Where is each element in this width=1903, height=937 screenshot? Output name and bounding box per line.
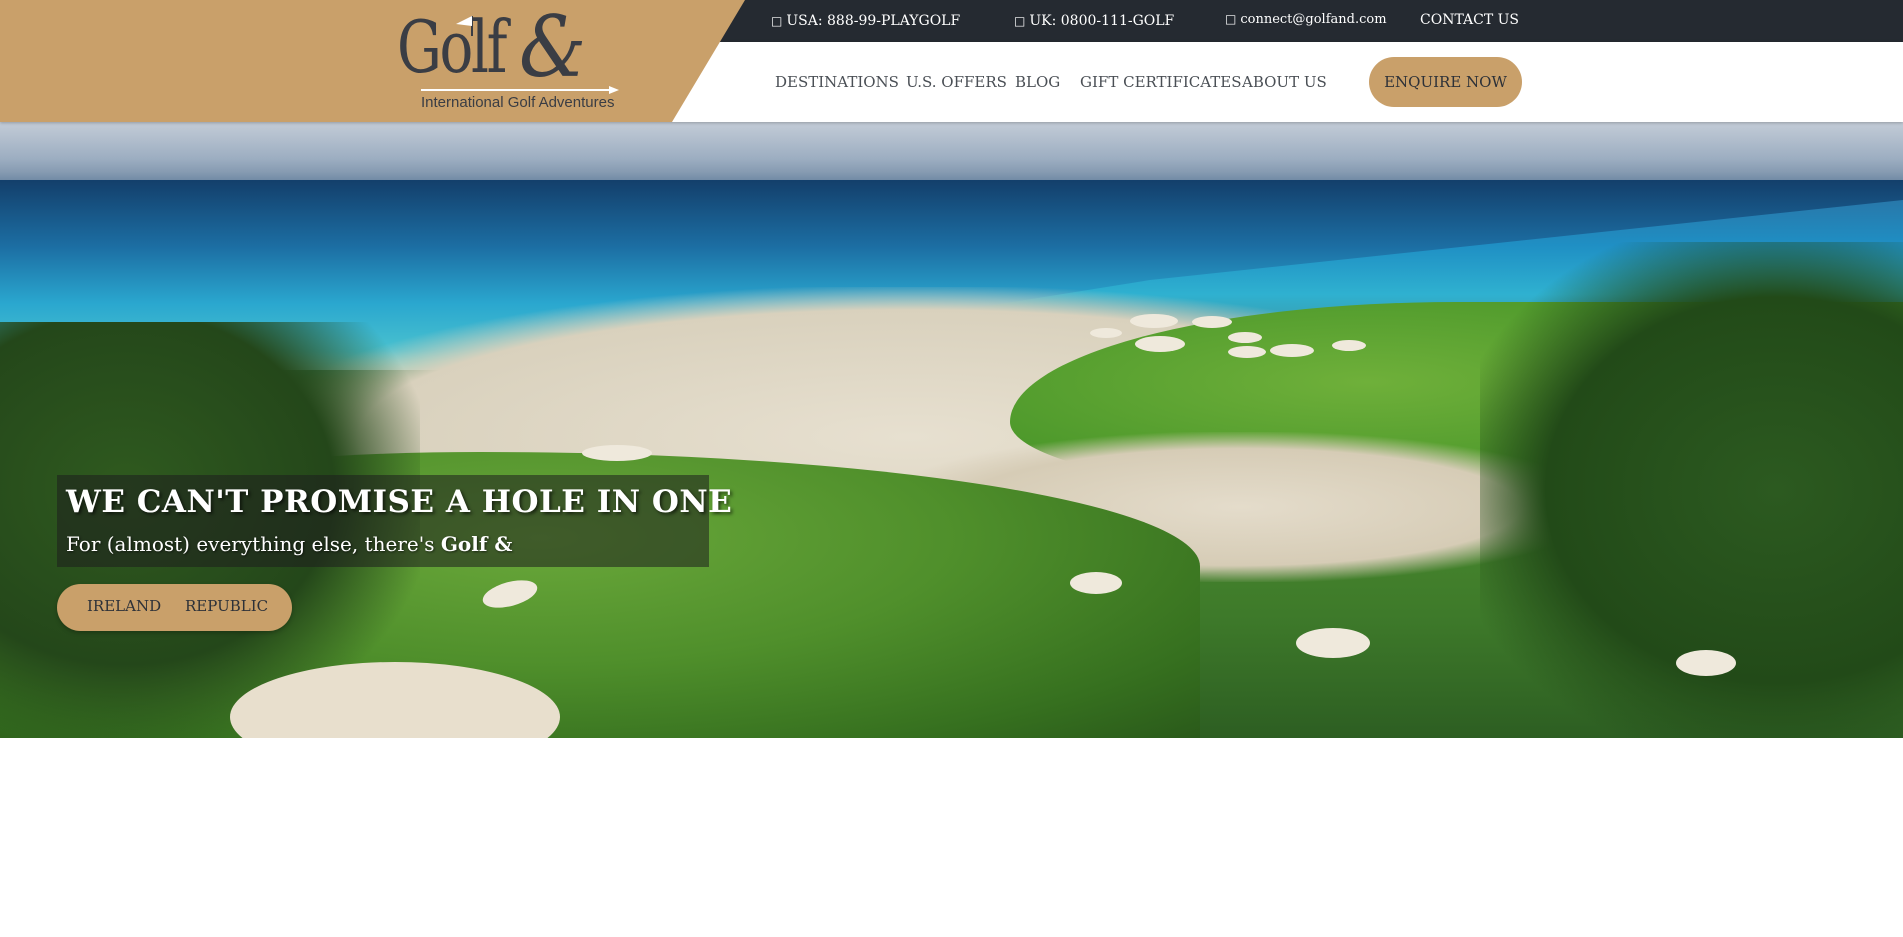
hero-subline-text: For (almost) everything else, there's [66, 532, 441, 556]
phone-icon: □ [1014, 14, 1026, 28]
uk-phone-label: UK: 0800-111-GOLF [1029, 13, 1175, 29]
hero-sky [0, 122, 1903, 184]
golf-flag-icon [456, 16, 473, 36]
bunker [1228, 332, 1262, 343]
hero-headline: WE CAN'T PROMISE A HOLE IN ONE [66, 484, 733, 520]
email-label: connect@golfand.com [1240, 12, 1387, 27]
logo-ampersand: & [519, 0, 587, 96]
hero-banner [0, 122, 1903, 738]
bunker [1270, 344, 1314, 357]
hero-subline: For (almost) everything else, there's Go… [66, 532, 512, 556]
nav-destinations[interactable]: DESTINATIONS [775, 73, 899, 91]
logo-panel [0, 0, 745, 122]
enquire-now-button[interactable]: ENQUIRE NOW [1369, 57, 1522, 107]
pill-ireland[interactable]: IRELAND [87, 597, 161, 615]
nav-about-us[interactable]: ABOUT US [1242, 73, 1327, 91]
bunker [1070, 572, 1122, 594]
bunker [1676, 650, 1736, 676]
bunker [1192, 316, 1232, 328]
bunker [1135, 336, 1185, 352]
uk-phone[interactable]: □ UK: 0800-111-GOLF [1014, 13, 1174, 29]
bunker [1228, 346, 1266, 358]
nav-us-offers[interactable]: U.S. OFFERS [906, 73, 1007, 91]
bunker [1332, 340, 1366, 351]
usa-phone[interactable]: □ USA: 888-99-PLAYGOLF [771, 13, 960, 29]
phone-icon: □ [771, 14, 783, 28]
pill-republic[interactable]: REPUBLIC [185, 597, 268, 615]
golf-club-line-icon [421, 86, 619, 94]
contact-us-link[interactable]: CONTACT US [1420, 12, 1519, 28]
bunker [1090, 328, 1122, 338]
bunker [1130, 314, 1178, 328]
destination-pills: IRELAND REPUBLIC [57, 584, 292, 631]
bunker [582, 445, 652, 461]
hero-subline-brand: Golf & [440, 532, 513, 556]
bunker [1296, 628, 1370, 658]
nav-gift-certificates[interactable]: GIFT CERTIFICATES [1080, 73, 1242, 91]
email-icon: □ [1225, 12, 1237, 26]
nav-blog[interactable]: BLOG [1015, 73, 1060, 91]
usa-phone-label: USA: 888-99-PLAYGOLF [786, 13, 961, 29]
email-link[interactable]: □ connect@golfand.com [1225, 12, 1387, 27]
logo-tagline: International Golf Adventures [421, 94, 615, 111]
logo[interactable]: Golf & International Golf Adventures [397, 2, 627, 116]
